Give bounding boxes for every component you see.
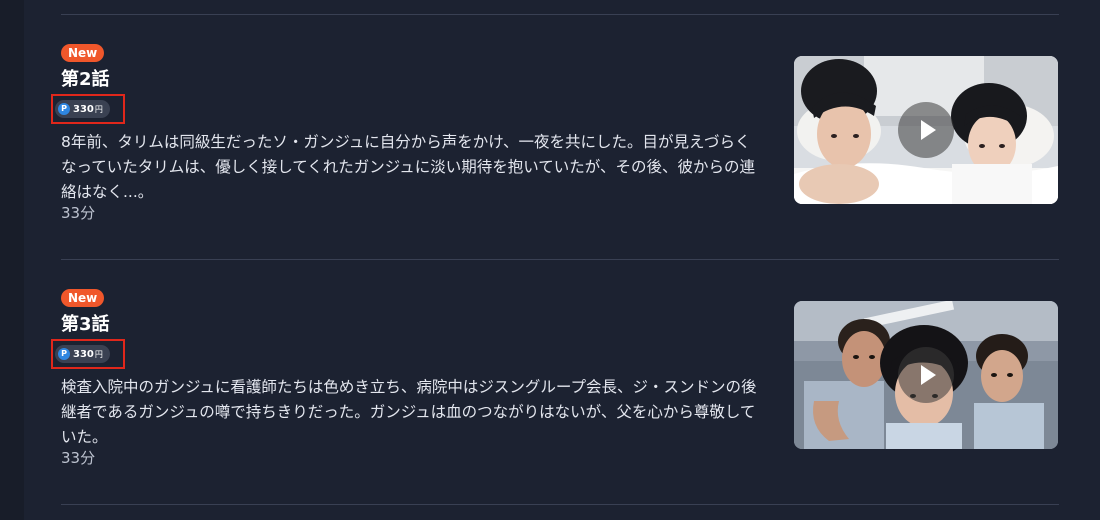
play-icon[interactable] xyxy=(898,102,954,158)
divider xyxy=(61,504,1059,505)
episode-item-3[interactable]: New 第3話 P 330 円 検査入院中のガンジュに看護師たちは色めき立ち、病… xyxy=(51,289,1059,489)
divider xyxy=(61,14,1059,15)
price-tag: P 330 円 xyxy=(55,100,110,118)
episode-list-page: New 第2話 P 330 円 8年前、タリムは同級生だったソ・ガンジュに自分か… xyxy=(0,0,1100,520)
price-tag: P 330 円 xyxy=(55,345,110,363)
point-icon: P xyxy=(58,103,70,115)
episode-thumbnail[interactable] xyxy=(794,56,1058,204)
episode-duration: 33分 xyxy=(61,204,96,222)
episode-title[interactable]: 第2話 xyxy=(61,69,110,91)
episode-item-2[interactable]: New 第2話 P 330 円 8年前、タリムは同級生だったソ・ガンジュに自分か… xyxy=(51,44,1059,244)
divider xyxy=(61,259,1059,260)
episode-duration: 33分 xyxy=(61,449,96,467)
episode-synopsis: 検査入院中のガンジュに看護師たちは色めき立ち、病院中はジスングループ会長、ジ・ス… xyxy=(61,378,757,446)
play-icon[interactable] xyxy=(898,347,954,403)
price-value: 330 xyxy=(73,103,94,115)
price-value: 330 xyxy=(73,348,94,360)
point-icon: P xyxy=(58,348,70,360)
new-badge: New xyxy=(61,44,105,62)
price-unit: 円 xyxy=(94,349,103,359)
left-edge-strip xyxy=(0,0,24,520)
new-badge: New xyxy=(61,289,105,307)
price-highlight-box: P 330 円 xyxy=(51,94,125,124)
price-highlight-box: P 330 円 xyxy=(51,339,125,369)
price-unit: 円 xyxy=(94,104,103,114)
episode-thumbnail[interactable] xyxy=(794,301,1058,449)
episode-synopsis: 8年前、タリムは同級生だったソ・ガンジュに自分から声をかけ、一夜を共にした。目が… xyxy=(61,133,755,201)
episode-title[interactable]: 第3話 xyxy=(61,314,110,336)
